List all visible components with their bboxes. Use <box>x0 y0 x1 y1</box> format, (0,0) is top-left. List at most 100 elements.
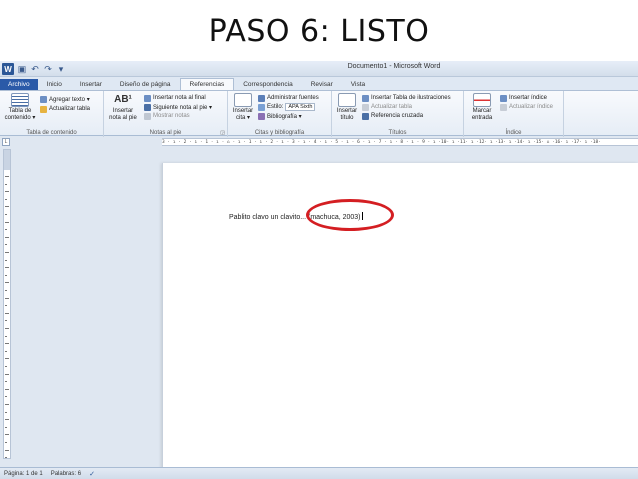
vertical-ruler-tick <box>5 396 7 398</box>
citation-label-2: cita ▾ <box>235 114 250 121</box>
footnote-icon: AB¹ <box>114 94 132 105</box>
footnotes-dialog-launcher-icon[interactable]: ◲ <box>220 130 225 136</box>
style-selector[interactable]: Estilo: APA Sixth <box>258 103 316 111</box>
group-footnotes: AB¹ Insertar nota al pie Insertar nota a… <box>104 91 228 137</box>
vertical-ruler-tick <box>5 373 9 375</box>
vertical-ruler-tick <box>5 411 7 413</box>
proofing-check-icon[interactable]: ✓ <box>89 470 95 478</box>
document-page[interactable]: Pablito clavo un clavito... (machuca, 20… <box>162 163 638 469</box>
vertical-ruler-tick <box>5 366 7 367</box>
vertical-ruler-tick <box>5 244 7 246</box>
caption-label-1: Insertar <box>336 108 358 114</box>
bibliography-button[interactable]: Bibliografía ▾ <box>258 112 302 120</box>
insert-endnote-button[interactable]: Insertar nota al final <box>144 94 206 102</box>
insert-index-icon <box>500 94 507 102</box>
vertical-ruler-tick <box>5 229 7 231</box>
add-text-icon <box>40 95 47 103</box>
tab-selector-icon[interactable]: L <box>2 138 10 146</box>
vertical-ruler[interactable] <box>3 149 11 459</box>
vertical-ruler-tick <box>5 214 7 215</box>
style-combo[interactable]: APA Sixth <box>285 103 316 111</box>
vertical-ruler-tick <box>5 320 7 322</box>
vertical-ruler-tick <box>5 206 9 208</box>
vertical-ruler-tick <box>5 297 9 299</box>
update-captions-table-button[interactable]: Actualizar tabla <box>362 103 412 111</box>
ribbon-tabs: Archivo Inicio Insertar Diseño de página… <box>0 77 638 91</box>
vertical-ruler-tick <box>5 282 9 284</box>
vertical-ruler-tick <box>5 176 9 177</box>
vertical-ruler-tick <box>5 343 9 345</box>
insert-table-figures-button[interactable]: Insertar Tabla de ilustraciones <box>362 94 451 102</box>
insert-index-button[interactable]: Insertar índice <box>500 94 547 102</box>
status-words[interactable]: Palabras: 6 <box>51 471 81 477</box>
ribbon: Tabla de contenido ▾ Agregar texto ▾ Act… <box>0 90 638 137</box>
update-captions-label: Actualizar tabla <box>371 104 413 110</box>
word-window: W ▣ ↶ ↷ ▾ Documento1 - Microsoft Word Ar… <box>0 61 638 479</box>
manage-sources-icon <box>258 94 265 102</box>
table-figures-icon <box>362 94 369 102</box>
update-index-label: Actualizar índice <box>509 104 554 110</box>
update-toc-button[interactable]: Actualizar tabla <box>40 105 90 113</box>
cross-reference-label: Referencia cruzada <box>371 113 424 119</box>
insert-index-label: Insertar índice <box>509 95 548 101</box>
update-captions-icon <box>362 103 369 111</box>
manage-sources-label: Administrar fuentes <box>267 95 319 101</box>
vertical-ruler-tick <box>5 449 9 451</box>
group-label-footnotes: Notas al pie <box>149 130 182 136</box>
mark-entry-button[interactable]: Marcar entrada <box>468 93 496 121</box>
vertical-ruler-tick <box>5 358 9 360</box>
vertical-ruler-tick <box>5 274 7 276</box>
cross-reference-button[interactable]: Referencia cruzada <box>362 112 423 120</box>
bibliography-icon <box>258 112 265 120</box>
window-title: Documento1 - Microsoft Word <box>347 63 441 70</box>
update-table-icon <box>40 105 47 113</box>
next-footnote-icon <box>144 103 151 111</box>
caption-label-2: título <box>340 114 354 121</box>
mark-entry-label-2: entrada <box>471 114 493 121</box>
toc-label-2: contenido ▾ <box>4 114 36 121</box>
cross-reference-icon <box>362 112 369 120</box>
vertical-ruler-tick <box>5 183 7 185</box>
vertical-ruler-tick <box>5 236 9 238</box>
status-bar: Página: 1 de 1 Palabras: 6 ✓ <box>0 467 638 479</box>
group-index: Marcar entrada Insertar índice Actualiza… <box>464 91 564 137</box>
toc-button[interactable]: Tabla de contenido ▾ <box>3 93 37 121</box>
show-notes-button[interactable]: Mostrar notas <box>144 112 190 120</box>
mark-entry-icon <box>473 93 491 107</box>
group-citations: Insertar cita ▾ Administrar fuentes Esti… <box>228 91 332 137</box>
vertical-ruler-tick <box>5 404 9 405</box>
insert-endnote-label: Insertar nota al final <box>153 95 206 101</box>
vertical-ruler-tick <box>5 198 7 200</box>
toc-icon <box>11 93 29 107</box>
insert-footnote-button[interactable]: AB¹ Insertar nota al pie <box>106 93 140 121</box>
citation-highlight-ellipse <box>306 199 394 231</box>
status-page[interactable]: Página: 1 de 1 <box>4 471 43 477</box>
vertical-ruler-tick <box>5 290 7 291</box>
vertical-ruler-tick <box>5 426 7 428</box>
endnote-icon <box>144 94 151 102</box>
vertical-ruler-tick <box>5 457 7 459</box>
add-text-button[interactable]: Agregar texto ▾ <box>40 95 90 103</box>
insert-caption-button[interactable]: Insertar título <box>334 93 360 121</box>
group-captions: Insertar título Insertar Tabla de ilustr… <box>332 91 464 137</box>
caption-icon <box>338 93 356 107</box>
update-toc-label: Actualizar tabla <box>49 106 91 112</box>
vertical-ruler-tick <box>5 221 9 223</box>
next-footnote-button[interactable]: Siguiente nota al pie ▾ <box>144 103 212 111</box>
insert-citation-button[interactable]: Insertar cita ▾ <box>230 93 256 121</box>
title-bar: W ▣ ↶ ↷ ▾ Documento1 - Microsoft Word <box>0 61 638 77</box>
bibliography-label: Bibliografía ▾ <box>267 113 302 120</box>
update-index-button[interactable]: Actualizar índice <box>500 103 553 111</box>
horizontal-ruler[interactable]: 3 · ı · 2 · ı · 1 · ı · ⌂ · ı · 1 · ı · … <box>162 138 638 146</box>
style-label: Estilo: <box>267 104 284 110</box>
citation-icon <box>234 93 252 107</box>
vertical-ruler-tick <box>5 267 9 269</box>
update-index-icon <box>500 103 507 111</box>
group-label-captions: Títulos <box>388 130 407 136</box>
vertical-ruler-tick <box>5 259 7 261</box>
manage-sources-button[interactable]: Administrar fuentes <box>258 94 319 102</box>
next-footnote-label: Siguiente nota al pie ▾ <box>153 104 213 111</box>
vertical-ruler-margin <box>4 150 10 170</box>
vertical-ruler-tick <box>5 381 7 383</box>
vertical-ruler-tick <box>5 252 9 253</box>
